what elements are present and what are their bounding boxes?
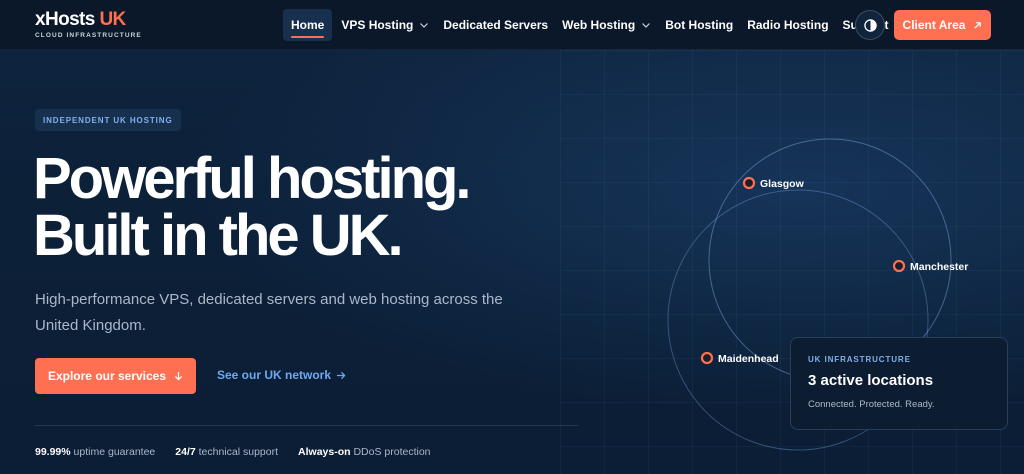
card-kicker: UK INFRASTRUCTURE	[808, 355, 911, 364]
arrow-up-right-icon	[974, 21, 982, 29]
logo-wordmark: xHosts UK	[35, 10, 142, 30]
logo-name-accent: UK	[99, 9, 126, 30]
location-maidenhead[interactable]: Maidenhead	[700, 351, 779, 365]
site-header: xHosts UK CLOUD INFRASTRUCTURE Home VPS …	[0, 0, 1024, 50]
arrow-down-icon	[174, 371, 183, 381]
chevron-down-icon	[642, 23, 651, 28]
stat-label: uptime guarantee	[70, 446, 156, 458]
nav-item-dedicated-servers[interactable]: Dedicated Servers	[436, 9, 555, 41]
arrow-right-icon	[337, 371, 346, 380]
nav-item-home[interactable]: Home	[283, 9, 333, 41]
stat-label: DDoS protection	[350, 446, 431, 458]
stat-label: technical support	[195, 446, 279, 458]
stat-support: 24/7 technical support	[175, 446, 278, 458]
nav-item-bot-hosting[interactable]: Bot Hosting	[658, 9, 740, 41]
nav-item-label: Bot Hosting	[665, 18, 734, 32]
location-marker-icon	[742, 176, 756, 190]
uk-network-label: See our UK network	[217, 368, 332, 382]
nav-item-label: Radio Hosting	[747, 18, 829, 32]
client-area-label: Client Area	[902, 18, 966, 32]
location-glasgow[interactable]: Glasgow	[742, 176, 805, 190]
stat-value: 24/7	[175, 446, 196, 458]
nav-item-web-hosting[interactable]: Web Hosting	[555, 9, 658, 41]
location-manchester[interactable]: Manchester	[892, 259, 968, 273]
stats-divider	[35, 425, 578, 426]
logo[interactable]: xHosts UK CLOUD INFRASTRUCTURE	[35, 10, 142, 40]
client-area-button[interactable]: Client Area	[894, 10, 991, 40]
main-nav: Home VPS Hosting Dedicated Servers Web H…	[283, 9, 896, 41]
nav-item-label: Home	[291, 18, 325, 32]
headline-line-2: Built in the UK.	[33, 203, 404, 268]
hero-badge: INDEPENDENT UK HOSTING	[35, 109, 181, 131]
theme-toggle-button[interactable]	[855, 10, 885, 40]
explore-services-button[interactable]: Explore our services	[35, 358, 196, 394]
nav-item-label: Dedicated Servers	[443, 18, 549, 32]
stat-uptime: 99.99% uptime guarantee	[35, 446, 155, 458]
location-label: Manchester	[910, 261, 968, 273]
stat-ddos: Always-on DDoS protection	[298, 446, 430, 458]
card-title: 3 active locations	[808, 372, 934, 389]
stat-value: 99.99%	[35, 446, 71, 458]
nav-item-label: Web Hosting	[562, 18, 636, 32]
hero-subtext: High-performance VPS, dedicated servers …	[35, 291, 503, 334]
logo-subtitle: CLOUD INFRASTRUCTURE	[35, 32, 142, 39]
uk-network-link[interactable]: See our UK network	[217, 368, 346, 382]
nav-item-vps-hosting[interactable]: VPS Hosting	[334, 9, 436, 41]
hero-headline: Powerful hosting. Built in the UK.	[33, 146, 573, 268]
contrast-icon	[863, 18, 877, 32]
stat-value: Always-on	[298, 446, 351, 458]
location-marker-icon	[892, 259, 906, 273]
stats-row: 99.99% uptime guarantee 24/7 technical s…	[35, 446, 431, 458]
location-label: Glasgow	[760, 178, 805, 190]
headline-line-1: Powerful hosting.	[33, 146, 472, 211]
location-label: Maidenhead	[718, 353, 779, 365]
chevron-down-icon	[420, 23, 429, 28]
nav-item-label: VPS Hosting	[341, 18, 414, 32]
page: xHosts UK CLOUD INFRASTRUCTURE Home VPS …	[0, 0, 1024, 474]
infrastructure-card: UK INFRASTRUCTURE 3 active locations Con…	[790, 337, 1008, 430]
logo-name: xHosts	[35, 9, 100, 30]
explore-services-label: Explore our services	[47, 369, 167, 383]
nav-item-radio-hosting[interactable]: Radio Hosting	[740, 9, 835, 41]
location-marker-icon	[700, 351, 714, 365]
card-description: Connected. Protected. Ready.	[808, 399, 935, 410]
